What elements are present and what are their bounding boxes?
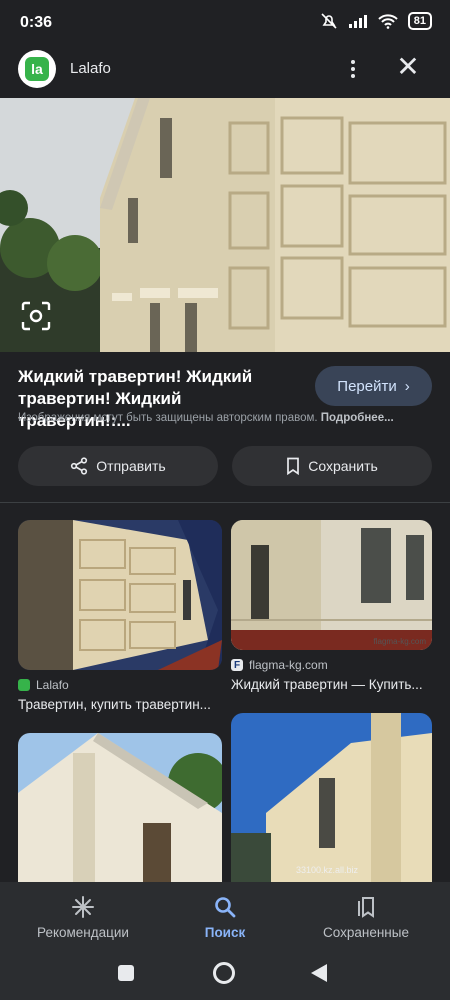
nav-recommendations-label: Рекомендации [37, 924, 129, 940]
share-icon [71, 457, 88, 475]
related-image-4[interactable]: 33100.kz.all.biz [231, 713, 432, 893]
copyright-notice: Изображения могут быть защищены авторски… [18, 412, 438, 424]
building-photo [0, 98, 450, 352]
home-icon[interactable] [213, 962, 235, 984]
mute-icon [321, 13, 337, 29]
related-photo-3 [18, 733, 222, 893]
related-photo-1 [18, 520, 222, 670]
chevron-right-icon: › [404, 377, 410, 395]
nav-saved-label: Сохраненные [323, 924, 409, 940]
copyright-text: Изображения могут быть защищены авторски… [18, 412, 318, 424]
related-image-1[interactable] [18, 520, 222, 670]
lalafo-logo[interactable]: la [18, 50, 56, 88]
related-source-2[interactable]: F flagma-kg.com [231, 658, 328, 672]
related-source-2-label: flagma-kg.com [249, 658, 328, 672]
share-label: Отправить [96, 458, 166, 474]
related-caption-2[interactable]: Жидкий травертин — Купить... [231, 677, 431, 692]
allbiz-watermark: 33100.kz.all.biz [296, 865, 359, 875]
related-source-1[interactable]: Lalafo [18, 678, 69, 692]
status-bar: 0:36 81 [0, 0, 450, 44]
save-label: Сохранить [308, 458, 378, 474]
lalafo-favicon-icon [18, 679, 30, 691]
recent-apps-icon[interactable] [118, 965, 134, 981]
nav-search-label: Поиск [204, 924, 246, 940]
share-button[interactable]: Отправить [18, 446, 218, 486]
more-options-button[interactable] [340, 54, 366, 84]
nav-saved[interactable]: Сохраненные [306, 882, 426, 952]
bookmark-icon [287, 457, 300, 475]
main-image[interactable] [0, 98, 450, 352]
goto-label: Перейти [337, 377, 397, 395]
nav-recommendations[interactable]: Рекомендации [20, 882, 146, 952]
status-time: 0:36 [20, 14, 53, 31]
related-image-2[interactable]: flagma-kg.com [231, 520, 432, 650]
related-source-1-label: Lalafo [36, 678, 69, 692]
flagma-watermark: flagma-kg.com [373, 637, 426, 646]
asterisk-icon [72, 895, 94, 918]
app-name[interactable]: Lalafo [70, 60, 111, 77]
goto-button[interactable]: Перейти › [315, 366, 432, 406]
lalafo-logo-mark: la [25, 57, 49, 81]
save-button[interactable]: Сохранить [232, 446, 432, 486]
divider [0, 502, 450, 503]
lens-icon[interactable] [20, 300, 52, 332]
app-header: la Lalafo ✕ [0, 44, 450, 98]
battery-indicator: 81 [407, 12, 432, 30]
status-icons: 81 [320, 12, 432, 30]
bottom-navigation: Рекомендации Поиск Сохраненные [0, 882, 450, 952]
related-caption-1[interactable]: Травертин, купить травертин... [18, 697, 218, 712]
related-photo-2 [231, 520, 432, 650]
signal-icon [348, 15, 367, 28]
search-icon [215, 896, 236, 917]
wifi-icon [378, 14, 398, 29]
nav-search[interactable]: Поиск [170, 882, 280, 952]
bookmarks-icon [358, 896, 374, 918]
copyright-more-link[interactable]: Подробнее... [321, 412, 394, 424]
related-image-3[interactable] [18, 733, 222, 893]
close-icon[interactable]: ✕ [392, 52, 424, 84]
back-icon[interactable] [310, 963, 328, 983]
system-navigation-bar [0, 952, 450, 1000]
flagma-favicon-icon: F [231, 659, 243, 671]
